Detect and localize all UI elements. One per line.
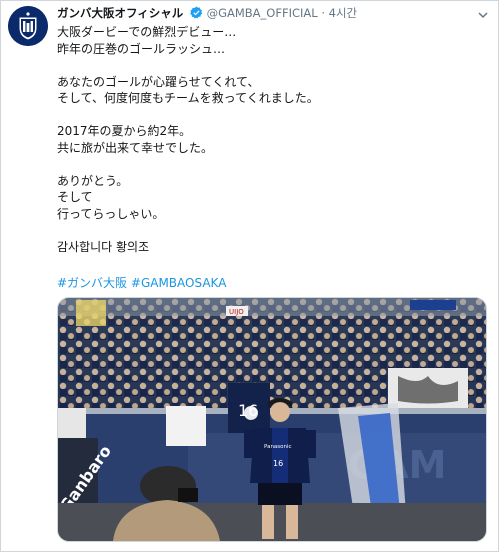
- tweet-line: ありがとう。: [57, 173, 129, 188]
- tweet-line: 감사합니다 황의조: [57, 239, 150, 254]
- tweet-line: そして: [57, 190, 93, 204]
- hashtag-row: #ガンバ大阪 #GAMBAOSAKA: [57, 274, 226, 291]
- tweet-line: 2017年の夏から約2年。: [57, 124, 192, 138]
- tweet-line: 共に旅が出来て幸せでした。: [57, 140, 214, 155]
- tweet-timestamp[interactable]: 4시간: [329, 6, 357, 20]
- tweet-line: そして、何度何度もチームを救ってくれました。: [57, 91, 319, 105]
- verified-badge-icon: [190, 6, 203, 23]
- tweet-line: 行ってらっしゃい。: [57, 206, 165, 221]
- display-name[interactable]: ガンバ大阪オフィシャル: [57, 6, 183, 20]
- hashtag-link[interactable]: #GAMBAOSAKA: [131, 276, 227, 290]
- profile-avatar[interactable]: [8, 6, 48, 46]
- tweet-line: 大阪ダービーでの鮮烈デビュー…: [57, 25, 237, 39]
- svg-text:UIJO: UIJO: [229, 308, 244, 316]
- svg-text:Panasonic: Panasonic: [264, 444, 292, 450]
- tweet-menu-chevron-icon[interactable]: [477, 6, 489, 25]
- separator-dot: ·: [321, 6, 325, 20]
- hashtag-link[interactable]: #ガンバ大阪: [57, 276, 127, 290]
- tweet-text: 大阪ダービーでの鮮烈デビュー… 昨年の圧巻のゴールラッシュ… あなたのゴールが心…: [57, 24, 477, 255]
- tweet-line: あなたのゴールが心躍らせてくれて、: [57, 74, 260, 89]
- gamba-emblem-icon: [8, 6, 48, 46]
- svg-text:16: 16: [273, 459, 283, 468]
- tweet-header: ガンバ大阪オフィシャル @GAMBA_OFFICIAL · 4시간: [57, 5, 357, 23]
- stadium-photo: UIJO GAM Ganbaro 16 Panasonic 16: [58, 298, 486, 541]
- tweet-line: 昨年の圧巻のゴールラッシュ…: [57, 41, 226, 56]
- tweet-photo[interactable]: UIJO GAM Ganbaro 16 Panasonic 16: [57, 297, 487, 542]
- user-handle[interactable]: @GAMBA_OFFICIAL: [207, 6, 318, 20]
